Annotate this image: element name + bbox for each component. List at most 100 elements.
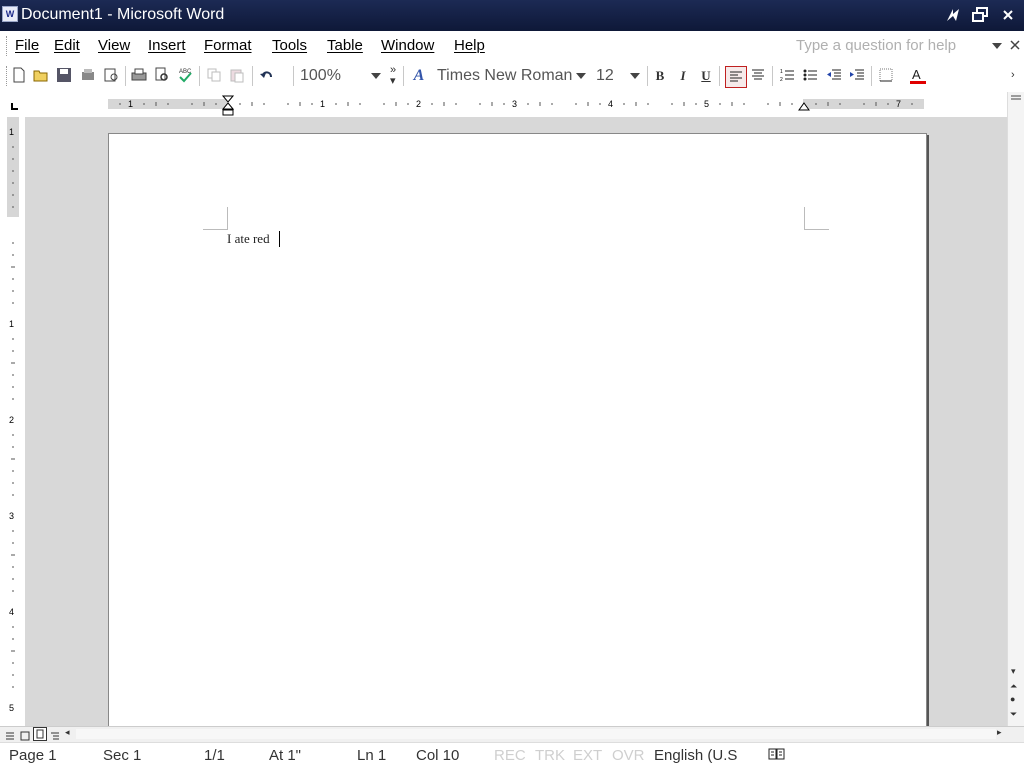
undo-icon[interactable] bbox=[258, 67, 276, 85]
tab-selector-icon[interactable] bbox=[10, 99, 19, 110]
font-color-icon[interactable]: A bbox=[909, 67, 927, 85]
menu-help[interactable]: Help bbox=[454, 37, 485, 55]
minimize-icon[interactable] bbox=[941, 5, 965, 25]
formatting-toolbar: ABC 100% » ▾ A Times New Roman 12 B I U 1… bbox=[0, 61, 1024, 139]
spelling-status-icon[interactable] bbox=[768, 747, 786, 764]
status-ext[interactable]: EXT bbox=[573, 747, 602, 765]
word-app-icon[interactable]: W bbox=[2, 6, 18, 22]
select-browse-object-icon[interactable]: ● bbox=[1010, 694, 1015, 704]
horizontal-scroll-track[interactable] bbox=[76, 729, 996, 739]
scroll-right-arrow-icon[interactable]: ▸ bbox=[997, 727, 1002, 738]
svg-text:2: 2 bbox=[780, 77, 783, 83]
ruler-number: 2 bbox=[416, 99, 422, 109]
text-cursor bbox=[279, 231, 280, 247]
ruler-number: 1 bbox=[128, 99, 134, 109]
status-section[interactable]: Sec 1 bbox=[103, 747, 141, 765]
status-trk[interactable]: TRK bbox=[535, 747, 565, 765]
decrease-indent-icon[interactable] bbox=[825, 67, 843, 85]
document-text[interactable]: I ate red bbox=[227, 230, 270, 248]
open-icon[interactable] bbox=[32, 67, 50, 85]
bullets-icon[interactable] bbox=[801, 67, 819, 85]
status-ovr[interactable]: OVR bbox=[612, 747, 645, 765]
menu-tools[interactable]: Tools bbox=[272, 37, 307, 55]
status-column[interactable]: Col 10 bbox=[416, 747, 459, 765]
numbering-icon[interactable]: 12 bbox=[778, 67, 796, 85]
status-rec[interactable]: REC bbox=[494, 747, 526, 765]
menu-edit[interactable]: Edit bbox=[54, 37, 80, 55]
increase-indent-icon[interactable] bbox=[848, 67, 866, 85]
menu-insert[interactable]: Insert bbox=[148, 37, 186, 55]
top-right-crop-mark bbox=[804, 207, 829, 230]
scroll-down-arrow-icon[interactable]: ▾ bbox=[1011, 666, 1016, 677]
status-line[interactable]: Ln 1 bbox=[357, 747, 386, 765]
italic-icon[interactable]: I bbox=[674, 67, 692, 85]
copy-icon[interactable] bbox=[205, 67, 223, 85]
styles-icon[interactable]: A bbox=[410, 67, 428, 85]
scroll-left-arrow-icon[interactable]: ◂ bbox=[65, 727, 70, 738]
restore-button[interactable] bbox=[968, 5, 992, 25]
ruler-number: 1 bbox=[320, 99, 326, 109]
status-page[interactable]: Page 1 bbox=[9, 747, 57, 765]
menu-window[interactable]: Window bbox=[381, 37, 434, 55]
zoom-dropdown-arrow-icon[interactable] bbox=[371, 73, 381, 79]
toolbar-separator bbox=[403, 66, 404, 86]
window-title: Document1 - Microsoft Word bbox=[21, 6, 225, 23]
document-close-icon[interactable] bbox=[1010, 38, 1020, 53]
toolbar-separator bbox=[647, 66, 648, 86]
spelling-icon[interactable]: ABC bbox=[176, 67, 194, 85]
save-icon[interactable] bbox=[55, 67, 73, 85]
help-search-input[interactable]: Type a question for help bbox=[796, 36, 986, 56]
menu-gripper[interactable] bbox=[6, 36, 10, 56]
help-dropdown-arrow-icon[interactable] bbox=[992, 43, 1002, 49]
font-dropdown-arrow-icon[interactable] bbox=[576, 73, 586, 79]
previous-page-icon[interactable]: ⏶ bbox=[1010, 681, 1017, 692]
toolbar-more-chevron-icon[interactable]: › bbox=[1011, 69, 1015, 81]
center-icon[interactable] bbox=[749, 67, 767, 85]
print-layout-icon[interactable] bbox=[33, 727, 47, 741]
menu-file[interactable]: File bbox=[15, 37, 39, 55]
toolbar-separator bbox=[199, 66, 200, 86]
title-bar: W Document1 - Microsoft Word bbox=[0, 0, 1024, 31]
vertical-ruler-number: 1 bbox=[9, 319, 15, 329]
print-preview-icon[interactable] bbox=[102, 67, 120, 85]
print-icon[interactable] bbox=[130, 67, 148, 85]
status-page-count[interactable]: 1/1 bbox=[204, 747, 225, 765]
zoom-select[interactable]: 100% bbox=[300, 66, 370, 86]
toolbar-separator bbox=[125, 66, 126, 86]
underline-icon[interactable]: U bbox=[697, 67, 715, 85]
svg-text:A: A bbox=[912, 67, 921, 82]
split-handle[interactable] bbox=[1011, 92, 1021, 102]
print-preview-magnifier-icon[interactable] bbox=[153, 67, 171, 85]
vertical-ruler[interactable]: 1 1 2 3 4 5 bbox=[0, 117, 25, 726]
toolbar-separator bbox=[252, 66, 253, 86]
border-icon[interactable] bbox=[877, 67, 895, 85]
font-size-select[interactable]: 12 bbox=[596, 66, 626, 86]
right-indent-marker-icon[interactable] bbox=[798, 100, 810, 115]
menu-format[interactable]: Format bbox=[204, 37, 252, 55]
toolbar-options-chevron-icon[interactable]: » ▾ bbox=[390, 65, 396, 87]
ruler-number: 4 bbox=[608, 99, 614, 109]
toolbar-separator bbox=[772, 66, 773, 86]
horizontal-scroll-row: ◂ ▸ bbox=[0, 726, 1024, 742]
menu-table[interactable]: Table bbox=[327, 37, 363, 55]
toolbar-separator bbox=[871, 66, 872, 86]
top-left-crop-mark bbox=[203, 207, 228, 230]
vertical-ruler-number: 4 bbox=[9, 607, 15, 617]
vertical-ruler-number: 2 bbox=[9, 415, 15, 425]
ruler-number: 3 bbox=[512, 99, 518, 109]
close-button[interactable] bbox=[996, 5, 1020, 25]
status-at[interactable]: At 1" bbox=[269, 747, 301, 765]
permission-icon[interactable] bbox=[79, 67, 97, 85]
vertical-scrollbar[interactable]: ▾ ⏶ ● ⏷ bbox=[1007, 92, 1024, 726]
new-document-icon[interactable] bbox=[10, 67, 28, 85]
next-page-icon[interactable]: ⏷ bbox=[1010, 709, 1017, 720]
bold-icon[interactable]: B bbox=[651, 67, 669, 85]
font-name-select[interactable]: Times New Roman bbox=[437, 66, 573, 86]
toolbar-separator bbox=[293, 66, 294, 86]
align-left-icon[interactable] bbox=[725, 66, 747, 88]
status-language[interactable]: English (U.S bbox=[654, 747, 737, 765]
paste-icon[interactable] bbox=[228, 67, 246, 85]
menu-view[interactable]: View bbox=[98, 37, 130, 55]
font-size-dropdown-arrow-icon[interactable] bbox=[630, 73, 640, 79]
menu-bar: File Edit View Insert Format Tools Table… bbox=[0, 31, 1024, 61]
